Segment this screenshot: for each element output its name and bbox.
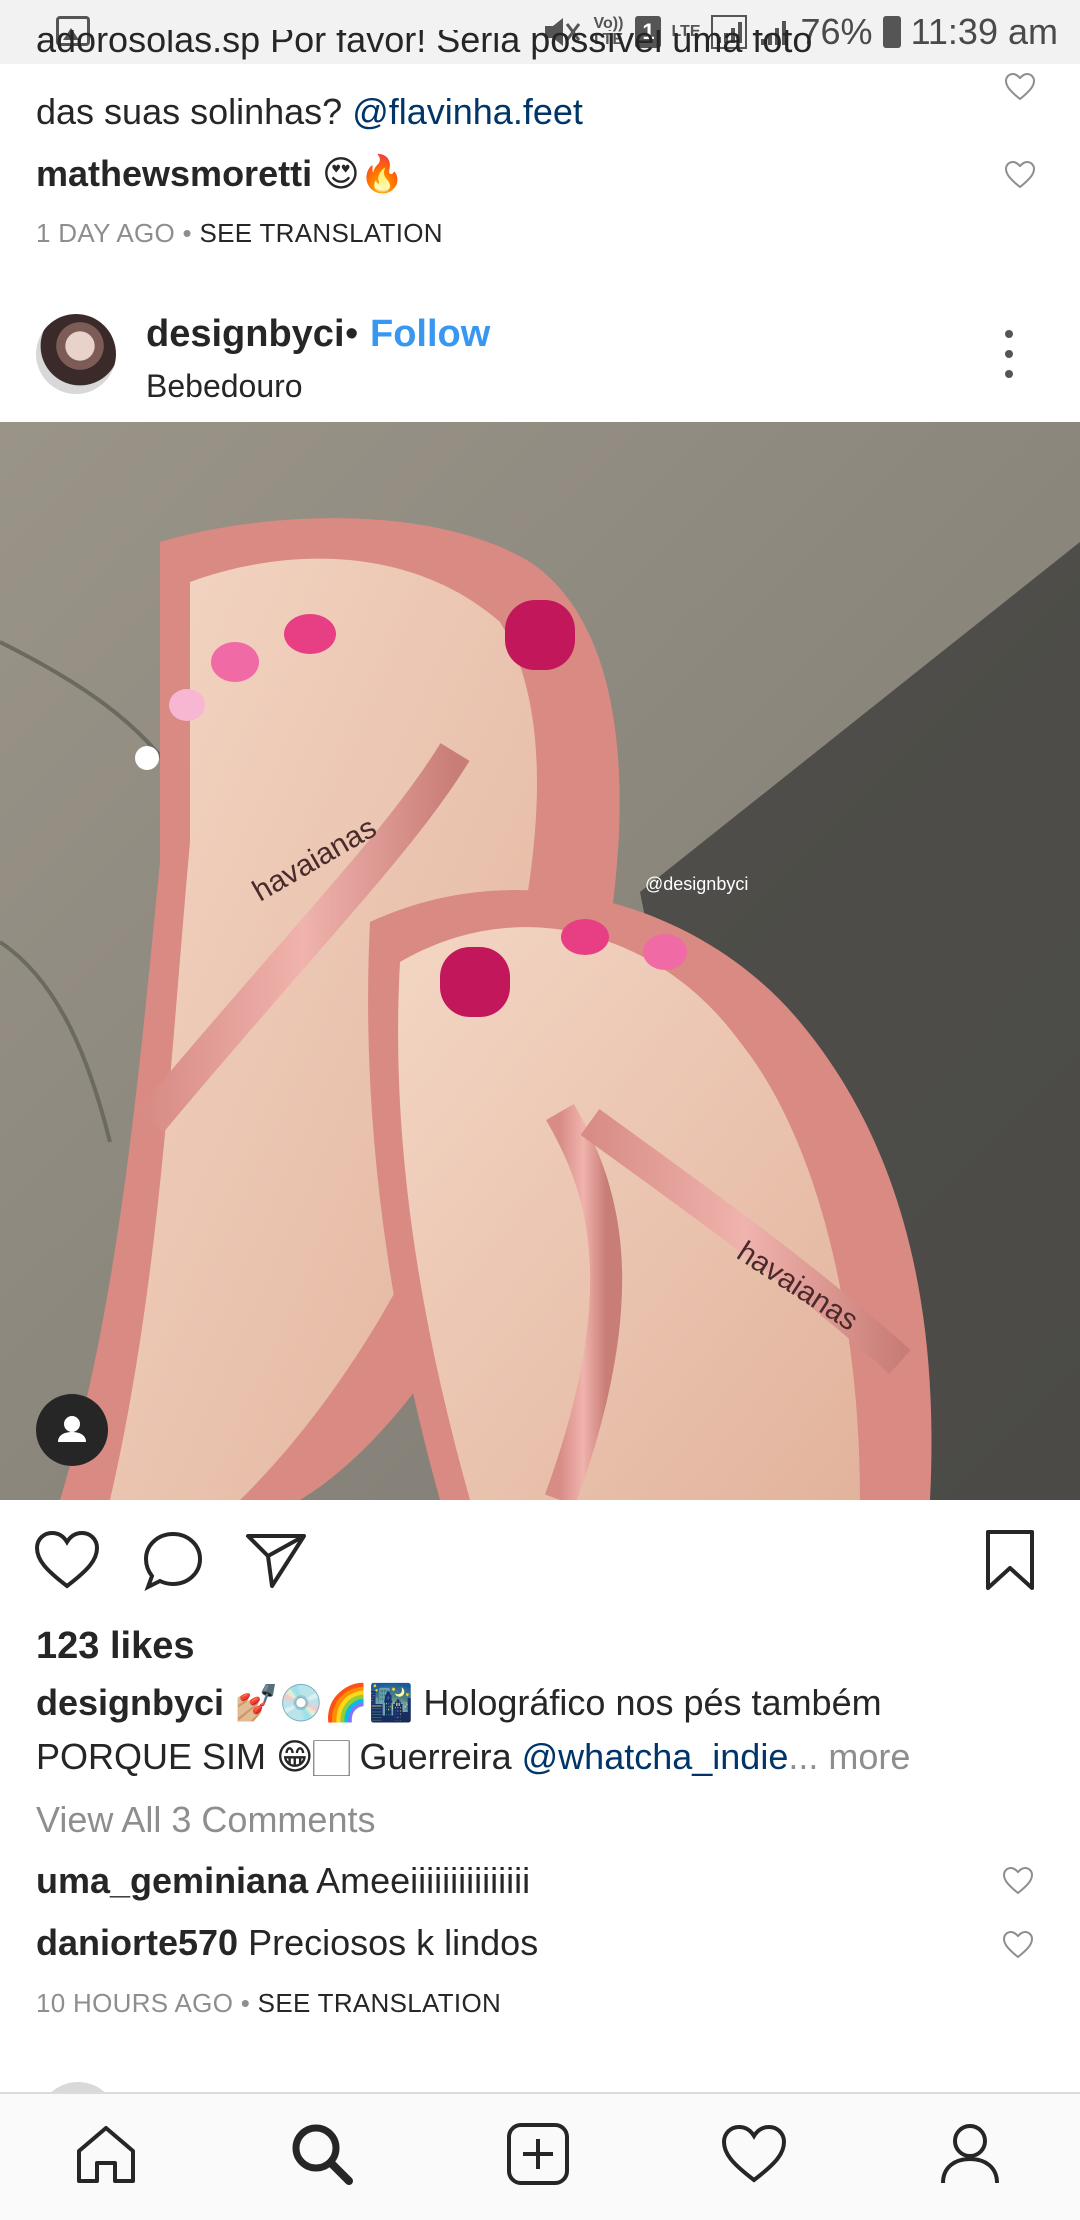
view-all-comments-link[interactable]: View All 3 Comments xyxy=(36,1794,375,1846)
person-icon xyxy=(58,1416,86,1442)
comment-row: uma_geminiana Ameeiiiiiiiiiiiiiii xyxy=(36,1856,530,1906)
mention-link[interactable]: @flavinha.feet xyxy=(352,91,583,132)
caption-mention[interactable]: @whatcha_indie xyxy=(522,1736,789,1777)
meta-separator: • xyxy=(233,1988,258,2018)
comment-partial: adorosolas.sp Por favor! Seria possível … xyxy=(36,30,936,64)
caption-text-line2: PORQUE SIM 😁🏻 Guerreira xyxy=(36,1736,522,1777)
search-tab[interactable] xyxy=(282,2114,362,2194)
post-location[interactable]: Bebedouro xyxy=(146,366,303,406)
comment-username[interactable]: daniorte570 xyxy=(36,1922,238,1963)
comment-like-heart-icon[interactable] xyxy=(1002,1866,1034,1896)
see-translation-link[interactable]: SEE TRANSLATION xyxy=(199,218,442,248)
new-post-tab[interactable] xyxy=(498,2114,578,2194)
likes-count[interactable]: 123 likes xyxy=(36,1620,194,1672)
home-tab[interactable] xyxy=(66,2114,146,2194)
follow-button[interactable]: Follow xyxy=(370,308,490,360)
avatar[interactable] xyxy=(36,314,116,394)
header-separator: • xyxy=(345,313,359,355)
feet-photo: havaianas havaianas @designbyci xyxy=(0,422,1080,1500)
timestamp: 1 DAY AGO xyxy=(36,218,176,248)
profile-tab[interactable] xyxy=(930,2114,1010,2194)
caption-username[interactable]: designbyci xyxy=(36,1682,224,1723)
image-watermark: @designbyci xyxy=(645,874,748,894)
post-caption: designbyci 💅🏼💿🌈🌃 Holográfico nos pés tam… xyxy=(36,1676,1046,1784)
share-icon[interactable] xyxy=(244,1530,308,1590)
comment-icon[interactable] xyxy=(142,1530,204,1592)
timestamp: 10 HOURS AGO xyxy=(36,1988,234,2018)
see-translation-link[interactable]: SEE TRANSLATION xyxy=(258,1988,501,2018)
comment-mathewsmoretti: mathewsmoretti 😍🔥 xyxy=(36,150,404,198)
activity-heart-icon xyxy=(721,2124,787,2183)
comment-username[interactable]: uma_geminiana xyxy=(36,1860,308,1901)
new-post-icon xyxy=(507,2123,569,2185)
comment-line: das suas solinhas? @flavinha.feet xyxy=(36,88,583,136)
comment-text: das suas solinhas? xyxy=(36,91,353,132)
caption-text-line1: 💅🏼💿🌈🌃 Holográfico nos pés também xyxy=(224,1682,882,1723)
meta-separator: • xyxy=(175,218,200,248)
caption-more-link[interactable]: ... more xyxy=(788,1736,910,1777)
save-bookmark-icon[interactable] xyxy=(984,1528,1036,1592)
tagged-people-button[interactable] xyxy=(36,1394,108,1466)
prev-post-meta: 1 DAY AGO • SEE TRANSLATION xyxy=(36,218,443,249)
like-heart-icon[interactable] xyxy=(34,1530,100,1590)
comment-text: Ameeiiiiiiiiiiiiiii xyxy=(308,1860,531,1901)
activity-tab[interactable] xyxy=(714,2114,794,2194)
comment-like-heart-icon[interactable] xyxy=(1004,72,1036,102)
comment-like-heart-icon[interactable] xyxy=(1004,160,1036,190)
comment-text: Preciosos k lindos xyxy=(238,1922,539,1963)
comment-row: daniorte570 Preciosos k lindos xyxy=(36,1918,538,1968)
search-icon xyxy=(292,2124,353,2185)
comment-text: 😍🔥 xyxy=(312,153,405,194)
post-actions xyxy=(0,1500,1080,1620)
comment-username[interactable]: mathewsmoretti xyxy=(36,153,312,194)
more-options-icon[interactable] xyxy=(1004,330,1014,378)
post-image[interactable]: havaianas havaianas @designbyci xyxy=(0,422,1080,1500)
profile-icon xyxy=(941,2124,999,2184)
post-username[interactable]: designbyci xyxy=(146,308,345,360)
post-meta: 10 HOURS AGO • SEE TRANSLATION xyxy=(36,1988,501,2019)
home-icon xyxy=(77,2126,135,2183)
comment-partial-text: adorosolas.sp Por favor! Seria possível … xyxy=(36,30,813,60)
comment-like-heart-icon[interactable] xyxy=(1002,1930,1034,1960)
